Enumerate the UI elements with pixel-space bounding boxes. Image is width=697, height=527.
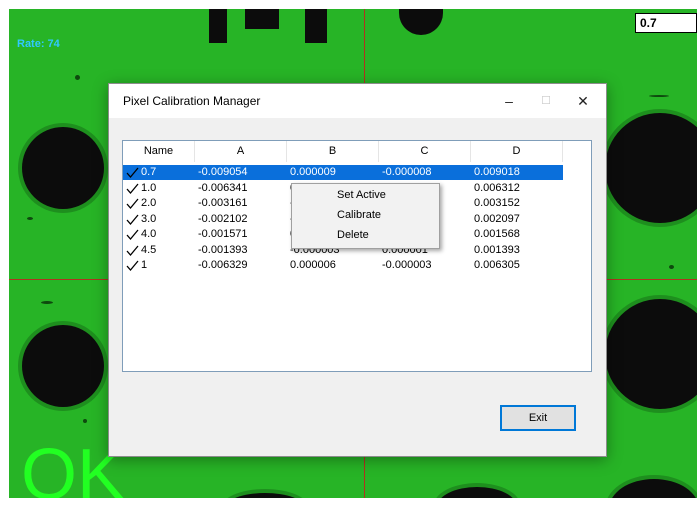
cell-d: 0.009018 (474, 166, 520, 178)
checkmark-icon[interactable] (126, 212, 139, 227)
rate-label: Rate: 74 (17, 38, 60, 50)
column-header-d[interactable]: D (471, 141, 563, 162)
minimize-button[interactable]: – (494, 90, 524, 112)
cell-c: -0.000008 (382, 166, 432, 178)
cell-name: 4.5 (141, 243, 157, 256)
checkmark-icon[interactable] (126, 196, 139, 211)
cell-a: -0.009054 (198, 166, 248, 178)
exit-button[interactable]: Exit (500, 405, 576, 431)
dialog-title: Pixel Calibration Manager (123, 94, 261, 108)
column-header-b[interactable]: B (287, 141, 379, 162)
context-menu: Set Active Calibrate Delete (291, 183, 440, 249)
glyph-shape (245, 9, 279, 29)
column-header-name[interactable]: Name (123, 141, 195, 162)
hole (22, 127, 104, 209)
speck (83, 419, 87, 423)
column-header-a[interactable]: A (195, 141, 287, 162)
checkmark-icon[interactable] (126, 258, 139, 273)
menu-item-label: Set Active (337, 189, 386, 201)
cell-name: 1.0 (141, 181, 157, 194)
cell-d: 0.001393 (474, 243, 520, 256)
hole (225, 493, 305, 498)
cell-d: 0.002097 (474, 212, 520, 225)
cell-b: 0.000009 (290, 166, 336, 178)
menu-item-label: Calibrate (337, 209, 382, 221)
cell-a: -0.003161 (198, 197, 248, 209)
hole (605, 113, 697, 223)
checkmark-icon[interactable] (126, 243, 139, 258)
title-bar[interactable]: Pixel Calibration Manager – ☐ ✕ (109, 84, 606, 118)
cell-a: -0.001571 (198, 228, 248, 240)
glyph-shape (209, 9, 227, 43)
pixel-calibration-dialog: Pixel Calibration Manager – ☐ ✕ Name A B… (108, 83, 607, 457)
glyph-shape (399, 9, 443, 35)
checkmark-icon[interactable] (126, 165, 139, 180)
menu-item-calibrate[interactable]: Calibrate (292, 206, 439, 225)
calibration-list[interactable]: Name A B C D 0.7 -0.009054 0.000009 -0.0000… (122, 140, 592, 372)
cell-name: 4.0 (141, 228, 157, 240)
speck (75, 75, 80, 80)
value-readout[interactable]: 0.7 (635, 13, 697, 33)
menu-item-set-active[interactable]: Set Active (292, 186, 439, 205)
cell-name: 1 (141, 259, 148, 271)
cell-b: 0.000006 (290, 259, 336, 271)
cell-d: 0.006312 (474, 181, 520, 194)
cell-d: 0.003152 (474, 197, 520, 209)
header-filler (563, 141, 591, 162)
cell-a: -0.001393 (198, 243, 248, 256)
cell-a: -0.002102 (198, 212, 248, 225)
cell-name: 0.7 (141, 166, 157, 178)
table-row[interactable]: 0.7 -0.009054 0.000009 -0.000008 0.009018 (123, 165, 563, 180)
cell-d: 0.001568 (474, 228, 520, 240)
list-header: Name A B C D (123, 141, 563, 162)
cell-a: -0.006341 (198, 181, 248, 194)
close-button[interactable]: ✕ (568, 90, 598, 112)
maximize-button[interactable]: ☐ (531, 90, 561, 112)
cell-c: -0.000003 (382, 259, 432, 271)
hole (22, 325, 104, 407)
cell-a: -0.006329 (198, 259, 248, 271)
hole (609, 479, 697, 498)
checkmark-icon[interactable] (126, 181, 139, 196)
cell-d: 0.006305 (474, 259, 520, 271)
column-header-c[interactable]: C (379, 141, 471, 162)
cell-name: 2.0 (141, 197, 157, 209)
speck (27, 217, 33, 220)
checkmark-icon[interactable] (126, 227, 139, 242)
speck (41, 301, 53, 304)
menu-item-delete[interactable]: Delete (292, 226, 439, 245)
speck (649, 95, 669, 97)
cell-name: 3.0 (141, 212, 157, 225)
glyph-shape (305, 9, 327, 43)
hole (437, 487, 517, 498)
speck (669, 265, 674, 269)
hole (605, 299, 697, 409)
table-row[interactable]: 1 -0.006329 0.000006 -0.000003 0.006305 (123, 258, 563, 273)
menu-item-label: Delete (337, 229, 369, 241)
